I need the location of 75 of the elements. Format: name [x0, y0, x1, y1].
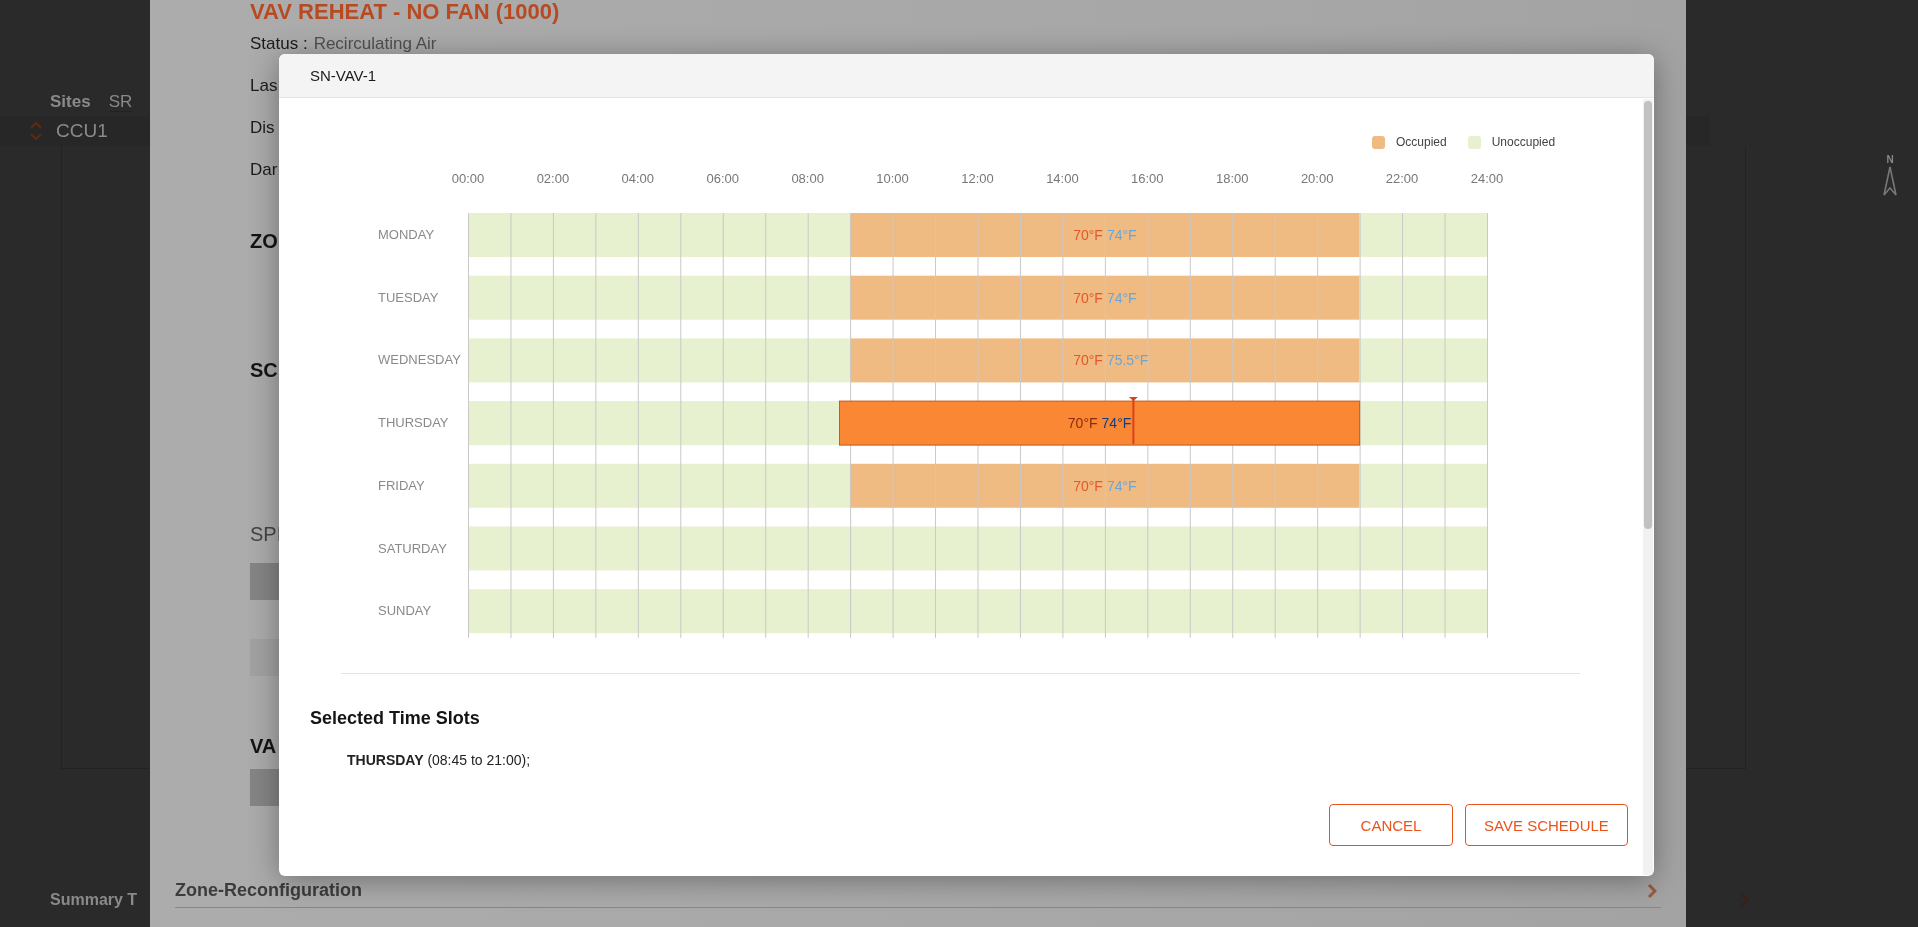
schedule-bar[interactable] [1359, 275, 1487, 320]
schedule-bar[interactable] [468, 589, 1487, 634]
day-label: SATURDAY [378, 540, 447, 556]
cooling-setpoint: 74°F [1106, 289, 1137, 306]
time-label: 10:00 [876, 171, 909, 186]
schedule-bar[interactable] [468, 463, 851, 508]
time-label: 04:00 [621, 171, 655, 186]
schedule-bar[interactable] [850, 213, 1360, 257]
field-label: Status : [250, 34, 308, 54]
selected-slot-highlight[interactable] [839, 400, 1361, 446]
cancel-button[interactable]: CANCEL [1329, 804, 1453, 847]
save-button[interactable]: SAVE SCHEDULE [1465, 804, 1628, 847]
time-label: 02:00 [536, 171, 570, 186]
north-arrow-icon [1882, 165, 1898, 197]
time-label: 20:00 [1300, 171, 1334, 186]
time-label: 06:00 [706, 171, 739, 186]
tab[interactable]: SR [108, 92, 133, 112]
heating-setpoint: 70°F [1073, 352, 1103, 369]
tab[interactable]: Sites [50, 92, 91, 112]
accordion-label: Zone-Reconfiguration [175, 880, 362, 901]
heating-setpoint: 70°F [1073, 227, 1103, 243]
schedule-bar[interactable] [468, 338, 851, 383]
schedule-bar[interactable] [850, 338, 1360, 383]
legend-label: Unoccupied [1491, 135, 1556, 149]
tree-item-label: CCU1 [56, 120, 108, 142]
schedule-bar[interactable] [850, 463, 1360, 508]
heating-setpoint: 70°F [1067, 415, 1098, 432]
schedule-bar[interactable] [468, 401, 840, 446]
time-label: 24:00 [1470, 171, 1504, 186]
day-label: MONDAY [378, 227, 435, 242]
section-heading: Selected Time Slots [310, 707, 481, 730]
time-label: 22:00 [1385, 171, 1419, 186]
panel-title: VAV REHEAT - NO FAN (1000) [250, 0, 560, 24]
scrollbar-thumb[interactable] [1644, 101, 1652, 529]
field-label: Dis [250, 118, 275, 138]
accordion-row[interactable]: Zone-Reconfiguration [175, 880, 1661, 908]
cooling-setpoint: 74°F [1106, 227, 1137, 243]
section-heading: SC [250, 358, 278, 382]
compass-label: N [1886, 154, 1894, 165]
dialog-title: SN-VAV-1 [310, 67, 377, 84]
schedule-bar[interactable] [468, 526, 1487, 571]
heating-setpoint: 70°F [1073, 289, 1103, 306]
time-label: 12:00 [961, 171, 994, 186]
day-label: WEDNESDAY [378, 352, 461, 368]
day-label: THURSDAY [378, 415, 449, 431]
time-label: 08:00 [791, 171, 824, 186]
schedule-bar[interactable] [468, 275, 851, 320]
sort-icon [30, 122, 42, 140]
field-label: Dar [250, 160, 278, 180]
section-heading: ZO [250, 229, 278, 253]
day-label: TUESDAY [378, 289, 439, 305]
day-label: FRIDAY [378, 477, 425, 493]
day-label: SUNDAY [378, 603, 432, 619]
selected-slot-text: THURSDAY (08:45 to 21:00); [347, 751, 532, 770]
section-heading: VA [250, 734, 277, 758]
time-label: 14:00 [1046, 171, 1079, 186]
field-label: Las [250, 76, 278, 96]
cooling-setpoint: 75.5°F [1106, 352, 1149, 369]
cooling-setpoint: 74°F [1106, 477, 1137, 494]
schedule-bar[interactable] [850, 275, 1360, 320]
legend-label: Occupied [1396, 135, 1447, 149]
time-label: 16:00 [1131, 171, 1164, 186]
schedule-bar[interactable] [468, 213, 851, 257]
heating-setpoint: 70°F [1073, 477, 1103, 494]
section-title: Summary T [50, 891, 138, 909]
chevron-icon [1647, 882, 1657, 899]
cooling-setpoint: 74°F [1101, 415, 1132, 432]
scrollbar[interactable] [1643, 99, 1653, 875]
time-label: 18:00 [1216, 171, 1249, 186]
schedule-bar[interactable] [1359, 338, 1487, 383]
schedule-bar[interactable] [1359, 463, 1487, 508]
field-value: Recirculating Air [313, 34, 437, 54]
schedule-bar[interactable] [1359, 401, 1487, 446]
time-label: 00:00 [451, 171, 485, 186]
schedule-bar[interactable] [1359, 213, 1487, 257]
